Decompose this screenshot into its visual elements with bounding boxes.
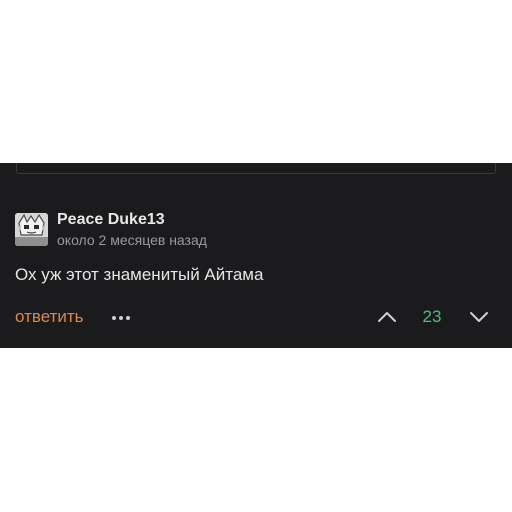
reply-button[interactable]: ответить (15, 307, 84, 327)
comment-author[interactable]: Peace Duke13 (57, 211, 165, 229)
comment-actions: ответить 23 (0, 303, 512, 333)
comment-card: Peace Duke13 около 2 месяцев назад Ох уж… (0, 163, 512, 348)
more-dot (126, 316, 130, 320)
comment-text: Ох уж этот знаменитый Айтама (15, 265, 264, 284)
more-dot (119, 316, 123, 320)
chevron-down-icon (470, 312, 488, 322)
anime-character-avatar-icon (15, 213, 48, 246)
comment-timestamp: около 2 месяцев назад (57, 232, 207, 248)
avatar[interactable] (15, 213, 48, 246)
upvote-button[interactable] (376, 307, 398, 327)
more-dots-icon[interactable] (110, 309, 132, 325)
more-dot (112, 316, 116, 320)
chevron-up-icon (378, 312, 396, 322)
downvote-button[interactable] (468, 307, 490, 327)
vote-count: 23 (422, 307, 442, 326)
previous-input-box-edge (16, 163, 496, 174)
